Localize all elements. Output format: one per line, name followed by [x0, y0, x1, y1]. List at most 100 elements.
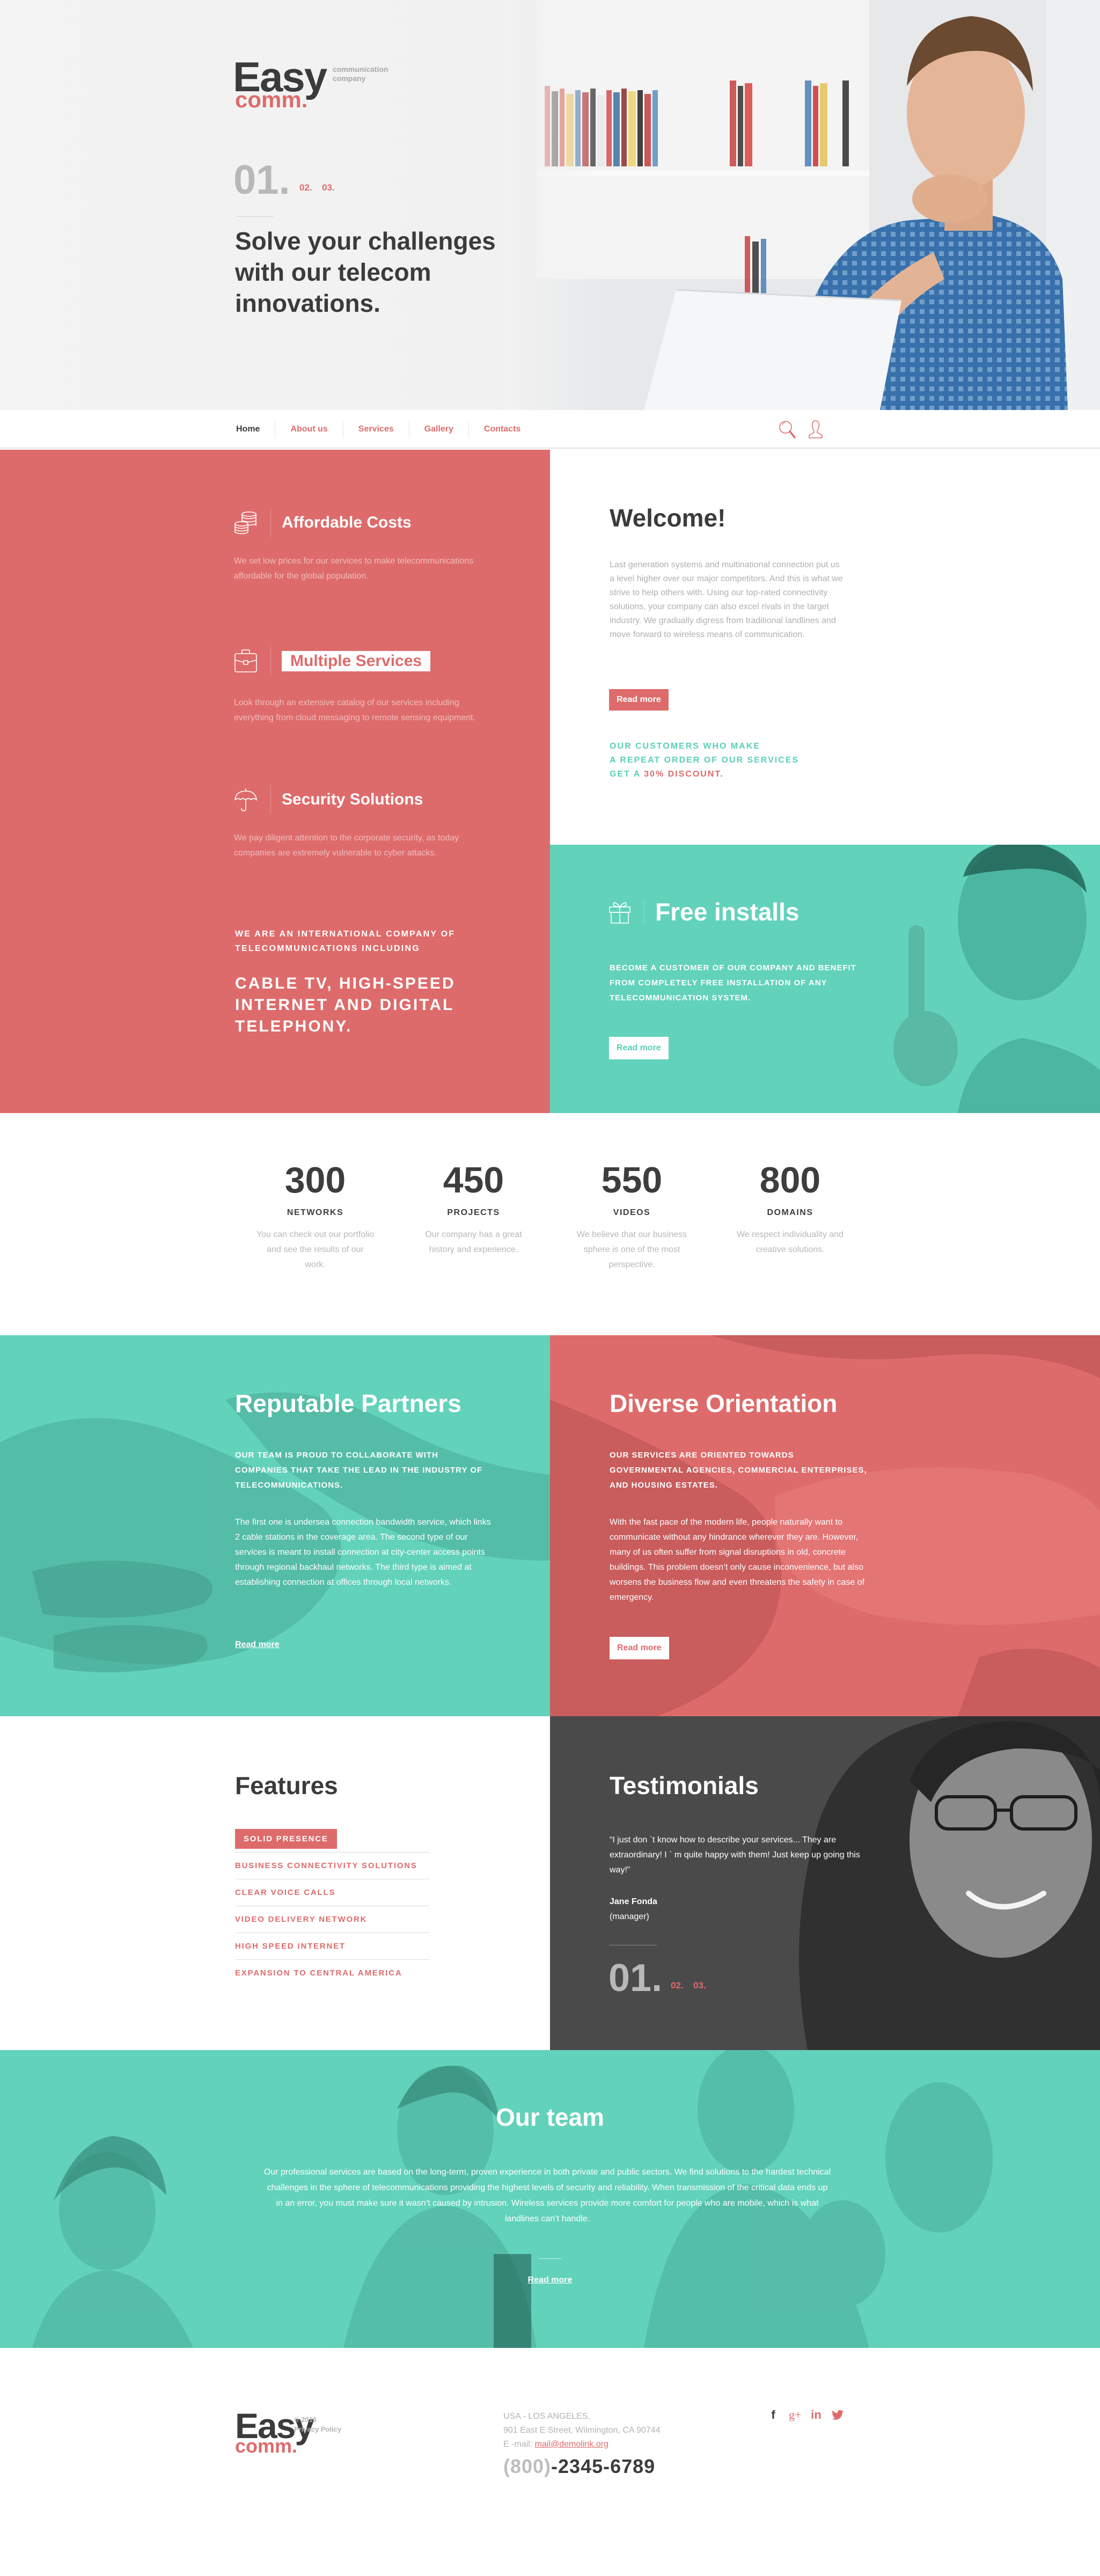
feature-tab-high-speed-internet[interactable]: HIGH SPEED INTERNET	[235, 1933, 429, 1960]
umbrella-icon	[234, 788, 258, 811]
features-title: Features	[235, 1772, 338, 1799]
nav-item-gallery[interactable]: Gallery	[408, 421, 468, 438]
partners-panel: Reputable Partners OUR TEAM IS PROUD TO …	[0, 1335, 550, 1716]
benefit-affordable-costs: Affordable Costs We set low prices for o…	[234, 507, 513, 584]
discount-prefix: GET A	[610, 770, 644, 779]
hero-section: Easy comm. communication company 01. 02.…	[0, 0, 1100, 410]
stat-number: 300	[284, 1160, 346, 1201]
stat-description: You can check out our portfolio and see …	[256, 1230, 375, 1269]
free-installs-header: Free installs	[608, 897, 799, 926]
hero-title: Solve your challenges with our telecom i…	[235, 227, 496, 317]
discount-notice: OUR CUSTOMERS WHO MAKE A REPEAT ORDER OF…	[610, 740, 889, 781]
discount-line-3: GET A 30% DISCOUNT.	[610, 767, 889, 781]
nav-item-home[interactable]: Home	[236, 421, 275, 438]
stat-description: We believe that our business sphere is o…	[576, 1230, 687, 1269]
stat-networks: 300 NETWORKS You can check out our portf…	[236, 1162, 394, 1272]
address-street: 901 East E Street, Wilmington, CA 90744	[503, 2426, 661, 2435]
orientation-title: Diverse Orientation	[610, 1389, 838, 1417]
free-installs-title: Free installs	[655, 898, 800, 926]
stats-row: 300 NETWORKS You can check out our portf…	[236, 1162, 869, 1272]
nav-item-services[interactable]: Services	[342, 421, 409, 438]
feature-tab-label: SOLID PRESENCE	[235, 1829, 337, 1849]
free-installs-text: BECOME A CUSTOMER OF OUR COMPANY AND BEN…	[610, 963, 856, 1002]
testimonial-slide-3[interactable]: 03.	[693, 1980, 706, 1991]
benefit-title: Security Solutions	[282, 791, 423, 808]
benefit-title: Multiple Services	[282, 651, 431, 671]
logo-tagline: communication company	[333, 65, 388, 83]
feature-tab-video-delivery[interactable]: VIDEO DELIVERY NETWORK	[235, 1906, 429, 1933]
features-list: SOLID PRESENCE BUSINESS CONNECTIVITY SOL…	[235, 1828, 429, 1987]
hero-slide-current[interactable]: 01.	[233, 160, 290, 201]
feature-tab-business-connectivity[interactable]: BUSINESS CONNECTIVITY SOLUTIONS	[235, 1853, 429, 1879]
team-read-more-wrapper: Read more	[0, 2275, 1100, 2285]
footer-phone[interactable]: (800)-2345-6789	[503, 2455, 655, 2478]
hero-slide-3[interactable]: 03.	[322, 182, 335, 193]
logo-tagline-line-2: company	[333, 74, 366, 83]
welcome-read-more-button[interactable]: Read more	[609, 689, 669, 711]
email-row: E -mail: mail@demolink.org	[503, 2438, 661, 2451]
phone-area-code: (800)	[503, 2455, 552, 2477]
partners-subtitle: OUR TEAM IS PROUD TO COLLABORATE WITH CO…	[235, 1451, 483, 1490]
logo-wordmark-bottom[interactable]: comm.	[235, 89, 307, 111]
footer-legal: © 2016 Privacy Policy	[294, 2415, 341, 2434]
partners-title: Reputable Partners	[235, 1389, 461, 1417]
testimonial-slide-current[interactable]: 01.	[608, 1959, 662, 1997]
team-text: Our professional services are based on t…	[263, 2168, 831, 2223]
team-divider	[538, 2258, 562, 2259]
coins-icon	[234, 511, 256, 535]
benefit-security-solutions: Security Solutions We pay diligent atten…	[234, 784, 513, 861]
twitter-icon[interactable]	[832, 2410, 844, 2420]
search-icon[interactable]	[777, 419, 798, 440]
stat-description: We respect individuality and creative so…	[737, 1230, 844, 1254]
orientation-text: With the fast pace of the modern life, p…	[610, 1518, 864, 1602]
nav-menu: Home About us Services Gallery Contacts	[236, 421, 536, 438]
discount-line-2: A REPEAT ORDER OF OUR SERVICES	[610, 756, 800, 765]
free-installs-read-more-button[interactable]: Read more	[609, 1037, 669, 1059]
hero-slide-2[interactable]: 02.	[299, 182, 312, 193]
orientation-subtitle: OUR SERVICES ARE ORIENTED TOWARDS GOVERN…	[610, 1451, 867, 1490]
testimonials-title: Testimonials	[610, 1772, 759, 1799]
stat-videos: 550 VIDEOS We believe that our business …	[553, 1162, 711, 1272]
stat-number: 550	[601, 1160, 663, 1201]
intl-company-services: CABLE TV, HIGH-SPEED INTERNET AND DIGITA…	[235, 975, 456, 1035]
email-link[interactable]: mail@demolink.org	[535, 2440, 608, 2449]
divider	[270, 647, 271, 676]
facebook-icon[interactable]: f	[767, 2408, 779, 2422]
stat-label: NETWORKS	[287, 1208, 344, 1217]
stat-number: 800	[759, 1160, 821, 1201]
benefit-title: Affordable Costs	[282, 514, 412, 531]
feature-tab-clear-voice-calls[interactable]: CLEAR VOICE CALLS	[235, 1879, 429, 1906]
main-nav: Home About us Services Gallery Contacts	[0, 410, 1100, 449]
hero-divider	[236, 216, 274, 217]
welcome-title: Welcome!	[610, 504, 726, 532]
stat-label: DOMAINS	[767, 1208, 813, 1217]
privacy-policy-link[interactable]: Privacy Policy	[294, 2425, 341, 2433]
testimonial-author: Jane Fonda	[610, 1897, 657, 1906]
feature-tab-central-america[interactable]: EXPANSION TO CENTRAL AMERICA	[235, 1960, 429, 1987]
testimonial-photo-woman	[799, 1716, 1100, 2050]
stat-label: PROJECTS	[447, 1208, 500, 1217]
social-links: f g+ in	[767, 2408, 844, 2422]
google-plus-icon[interactable]: g+	[789, 2408, 801, 2422]
gift-icon	[609, 902, 630, 924]
benefit-text: Look through an extensive catalog of our…	[234, 698, 476, 722]
testimonials-panel	[550, 1716, 1100, 2050]
nav-item-contacts[interactable]: Contacts	[468, 421, 536, 438]
stat-domains: 800 DOMAINS We respect individuality and…	[711, 1162, 869, 1272]
team-title: Our team	[496, 2103, 604, 2131]
orientation-read-more-button[interactable]: Read more	[610, 1637, 669, 1659]
linkedin-icon[interactable]: in	[810, 2408, 822, 2422]
partners-read-more-link[interactable]: Read more	[235, 1640, 280, 1650]
testimonial-slide-2[interactable]: 02.	[671, 1980, 684, 1991]
email-label: E -mail:	[503, 2440, 535, 2449]
divider	[270, 508, 271, 537]
stat-projects: 450 PROJECTS Our company has a great his…	[394, 1162, 553, 1272]
user-icon[interactable]	[805, 419, 826, 440]
feature-tab-solid-presence[interactable]: SOLID PRESENCE	[235, 1828, 429, 1853]
free-installs-photo-man	[893, 845, 1100, 1113]
team-read-more-link[interactable]: Read more	[528, 2275, 573, 2285]
nav-item-about[interactable]: About us	[275, 421, 342, 438]
footer-logo-bottom[interactable]: comm.	[235, 2436, 297, 2456]
testimonial-quote: “I just don `t know how to describe your…	[610, 1835, 860, 1875]
address-city: USA - LOS ANGELES,	[503, 2412, 590, 2421]
